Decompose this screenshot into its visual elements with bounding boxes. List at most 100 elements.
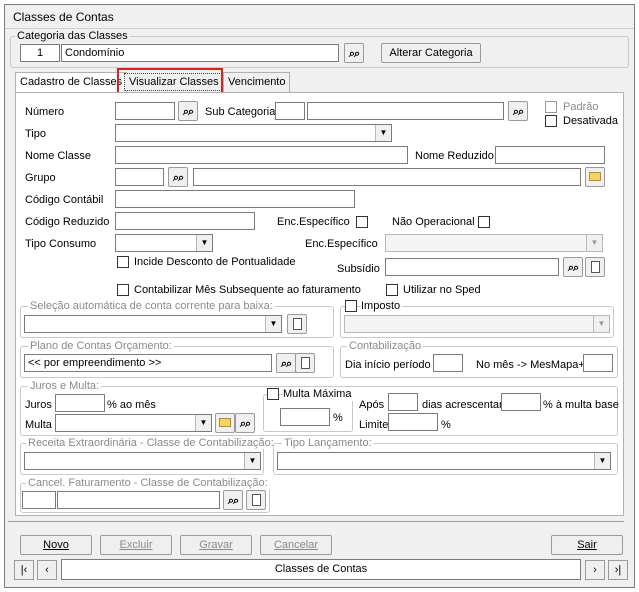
selecao-legend: Seleção automática de conta corrente par… (28, 300, 275, 312)
footer-separator (8, 521, 624, 522)
binoculars-icon: ⌕⌕ (239, 418, 251, 430)
contabilizar-label: Contabilizar Mês Subsequente ao faturame… (134, 284, 361, 296)
grupo-search-button[interactable]: ⌕⌕ (168, 167, 188, 187)
plano-new-button[interactable] (295, 353, 315, 373)
last-record-icon: ›| (614, 564, 622, 576)
new-document-icon (292, 318, 302, 330)
codigo-contabil-field[interactable] (115, 190, 355, 208)
grupo-code-field[interactable] (115, 168, 164, 186)
apos-field[interactable] (388, 393, 418, 411)
multa-maxima-field[interactable] (280, 408, 330, 426)
subcategoria-code-field[interactable] (275, 102, 305, 120)
tipo-label: Tipo (25, 128, 46, 140)
tipo-select[interactable]: ▼ (115, 124, 392, 142)
cancelar-button[interactable]: Cancelar (260, 535, 332, 555)
numero-label: Número (25, 106, 65, 118)
chevron-down-icon: ▼ (195, 415, 211, 431)
cancel-code-field[interactable] (22, 491, 56, 509)
categoria-name-field[interactable]: Condomínio (61, 44, 339, 62)
nao-operacional-checkbox[interactable] (478, 216, 490, 228)
new-document-icon (300, 357, 310, 369)
subsidio-label: Subsídio (337, 263, 380, 275)
cancel-new-button[interactable] (246, 490, 266, 510)
next-record-icon: › (593, 564, 597, 576)
acrescentar-field[interactable] (501, 393, 541, 411)
binoculars-icon: ⌕⌕ (227, 495, 239, 507)
sair-button[interactable]: Sair (551, 535, 623, 555)
dias-label: dias acrescentar (422, 399, 503, 411)
tipo-consumo-select[interactable]: ▼ (115, 234, 213, 252)
imposto-select[interactable]: ▼ (344, 315, 610, 333)
juros-legend: Juros e Multa: (28, 380, 102, 392)
nav-next-button[interactable]: › (585, 560, 605, 580)
selecao-select[interactable]: ▼ (24, 315, 282, 333)
multa-select[interactable]: ▼ (55, 414, 212, 432)
codigo-reduzido-label: Código Reduzido (25, 216, 110, 228)
navigator-field[interactable]: Classes de Contas (61, 559, 581, 580)
dia-inicio-field[interactable] (433, 354, 463, 372)
mes-mapa-field[interactable] (583, 354, 613, 372)
enc-especifico2-label: Enc.Específico (305, 238, 378, 250)
subsidio-search-button[interactable]: ⌕⌕ (563, 257, 583, 277)
nome-reduzido-field[interactable] (495, 146, 605, 164)
contabilizar-checkbox[interactable] (117, 284, 129, 296)
gravar-button-label: Gravar (199, 539, 233, 551)
enc-especifico-select[interactable]: ▼ (385, 234, 603, 252)
numero-search-button[interactable]: ⌕⌕ (178, 101, 198, 121)
desativada-checkbox[interactable] (545, 115, 557, 127)
nav-last-button[interactable]: ›| (608, 560, 628, 580)
categoria-legend: Categoria das Classes (15, 30, 130, 42)
plano-search-button[interactable]: ⌕⌕ (276, 353, 296, 373)
no-mes-label: No mês -> MesMapa+ (476, 359, 585, 371)
multa-search-button[interactable]: ⌕⌕ (235, 413, 255, 433)
incide-desconto-checkbox[interactable] (117, 256, 129, 268)
limite-field[interactable] (388, 413, 438, 431)
imposto-checkbox[interactable] (345, 300, 357, 312)
subcategoria-search-button[interactable]: ⌕⌕ (508, 101, 528, 121)
cancel-name-field[interactable] (57, 491, 220, 509)
codigo-reduzido-field[interactable] (115, 212, 255, 230)
subsidio-field[interactable] (385, 258, 559, 276)
excluir-button[interactable]: Excluir (100, 535, 172, 555)
enc-especifico-checkbox[interactable] (356, 216, 368, 228)
nome-classe-field[interactable] (115, 146, 408, 164)
contabilizacao-legend: Contabilização (347, 340, 424, 352)
juros-field[interactable] (55, 394, 105, 412)
juros-label: Juros (25, 399, 52, 411)
padrao-checkbox[interactable] (545, 101, 557, 113)
categoria-code-field[interactable]: 1 (20, 44, 60, 62)
nav-prev-button[interactable]: ‹ (37, 560, 57, 580)
gravar-button[interactable]: Gravar (180, 535, 252, 555)
plano-field[interactable]: << por empreendimento >> (24, 354, 272, 372)
dia-inicio-label: Dia início período (345, 359, 431, 371)
cancelar-button-label: Cancelar (273, 539, 319, 551)
multa-maxima-checkbox[interactable] (267, 388, 279, 400)
multa-maxima-label: Multa Máxima (283, 387, 354, 401)
multa-label: Multa (25, 419, 52, 431)
chevron-down-icon: ▼ (265, 316, 281, 332)
padrao-label: Padrão (563, 101, 599, 113)
binoculars-icon: ⌕⌕ (172, 172, 184, 184)
alterar-categoria-button[interactable]: Alterar Categoria (381, 43, 481, 63)
sair-button-label: Sair (577, 539, 597, 551)
utilizar-sped-checkbox[interactable] (386, 284, 398, 296)
grupo-folder-button[interactable] (585, 167, 605, 187)
desativada-label: Desativada (563, 115, 619, 127)
categoria-search-button[interactable]: ⌕⌕ (344, 43, 364, 63)
tab-cadastro-de-classes[interactable]: Cadastro de Classes (15, 72, 128, 92)
numero-field[interactable] (115, 102, 175, 120)
receita-select[interactable]: ▼ (24, 452, 261, 470)
codigo-contabil-label: Código Contábil (25, 194, 104, 206)
tab-vencimento[interactable]: Vencimento (223, 72, 291, 92)
nav-first-button[interactable]: |‹ (14, 560, 34, 580)
subcategoria-name-field[interactable] (307, 102, 504, 120)
novo-button[interactable]: Novo (20, 535, 92, 555)
apos-label: Após (359, 399, 385, 411)
folder-icon (589, 172, 601, 181)
grupo-name-field[interactable] (193, 168, 581, 186)
selecao-new-button[interactable] (287, 314, 307, 334)
multa-folder-button[interactable] (215, 413, 235, 433)
cancel-search-button[interactable]: ⌕⌕ (223, 490, 243, 510)
subsidio-new-button[interactable] (585, 257, 605, 277)
tipo-lancamento-select[interactable]: ▼ (277, 452, 611, 470)
